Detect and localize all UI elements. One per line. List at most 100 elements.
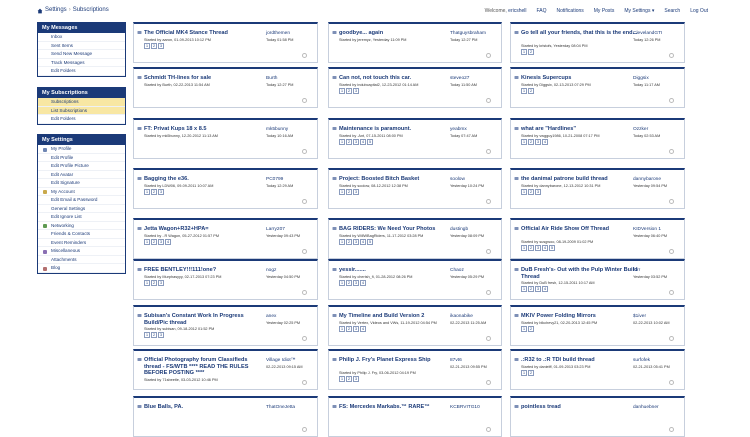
page-link[interactable]: 2 (528, 87, 534, 94)
thread-title[interactable]: Official Photography forum Classifieds t… (144, 357, 262, 377)
thread-card[interactable]: .:R32 to .:R TDI build thread Started by … (510, 349, 685, 390)
select-thread-radio[interactable] (669, 249, 674, 254)
sidebar-item-edit-ignore-list[interactable]: Edit Ignore List (38, 213, 125, 222)
page-link[interactable]: 3 (158, 42, 164, 49)
page-link[interactable]: 1 (521, 325, 527, 332)
select-thread-radio[interactable] (302, 336, 307, 341)
page-link[interactable]: 3 (353, 279, 359, 286)
thread-card[interactable]: Official Air Ride Show Off Thread Started… (510, 218, 685, 259)
select-thread-radio[interactable] (669, 53, 674, 58)
select-thread-radio[interactable] (669, 427, 674, 432)
thread-card[interactable]: FS: Mercedes Markabs.™ RARE™ KCBRVITG10 (328, 396, 502, 437)
page-link[interactable]: 1 (339, 238, 345, 245)
page-link[interactable]: 1 (339, 138, 345, 145)
last-poster[interactable]: soolow (450, 177, 465, 182)
thread-card[interactable]: BAG RIDERS: We Need Your Photos Started b… (328, 218, 502, 259)
select-thread-radio[interactable] (302, 199, 307, 204)
page-link[interactable]: 2 (528, 245, 534, 252)
select-thread-radio[interactable] (669, 98, 674, 103)
thread-card[interactable]: My Timeline and Build Version 2 Started b… (328, 305, 502, 346)
select-thread-radio[interactable] (486, 336, 491, 341)
sidebar-item-edit-profile-picture[interactable]: Edit Profile Picture (38, 162, 125, 171)
page-link[interactable]: 5 (367, 238, 373, 245)
thread-title[interactable]: DuB Fresh's- Out with the Pulp Winter Bu… (521, 267, 639, 280)
page-link[interactable]: 4 (542, 245, 548, 252)
nav-notifications[interactable]: Notifications (557, 8, 584, 14)
thread-title[interactable]: Blue Balls, PA. (144, 404, 262, 411)
page-link[interactable]: 4 (360, 238, 366, 245)
page-link[interactable]: 2 (151, 188, 157, 195)
last-poster[interactable]: yeabmx (450, 127, 467, 132)
sidebar-item-general-settings[interactable]: General Settings (38, 205, 125, 213)
sidebar-item-friends-contacts[interactable]: Friends & Contacts (38, 230, 125, 239)
thread-card[interactable]: Philip J. Fry's Planet Express Ship Start… (328, 349, 502, 390)
last-poster[interactable]: dustingb (450, 227, 468, 232)
thread-card[interactable]: goodbye... again Started by jeremyz, Yest… (328, 22, 502, 63)
page-link[interactable]: 2 (528, 286, 534, 293)
select-thread-radio[interactable] (486, 249, 491, 254)
page-link[interactable]: 5 (367, 138, 373, 145)
last-poster[interactable]: $1iver (633, 314, 646, 319)
last-poster[interactable]: steveo27 (450, 76, 469, 81)
thread-card[interactable]: The Official MK4 Stance Thread Started by… (133, 22, 318, 63)
last-poster[interactable]: nogz (266, 268, 276, 273)
breadcrumb-home[interactable]: Settings (45, 7, 67, 13)
select-thread-radio[interactable] (302, 98, 307, 103)
page-link[interactable]: 3 (535, 286, 541, 293)
page-link[interactable]: 2 (346, 376, 352, 383)
thread-card[interactable]: Bagging the e36. Started by LDW06, 09-09-… (133, 168, 318, 209)
page-link[interactable]: 3 (353, 87, 359, 94)
page-link[interactable]: 1 (521, 286, 527, 293)
page-link[interactable]: 3 (158, 332, 164, 339)
sidebar-item-edit-signature[interactable]: Edit Signature (38, 179, 125, 188)
thread-card[interactable]: FT: Privat Kups 18 x 8.5 Started by mk5bu… (133, 118, 318, 159)
sidebar-item-networking[interactable]: Networking (38, 222, 125, 230)
last-poster[interactable]: dannybarone (633, 177, 661, 182)
thread-title[interactable]: FREE BENTLEY!!!111!one? (144, 267, 262, 274)
thread-title[interactable]: Philip J. Fry's Planet Express Ship (339, 357, 457, 364)
last-poster[interactable]: mk5bunny (266, 127, 288, 132)
thread-title[interactable]: goodbye... again (339, 30, 457, 37)
welcome-user[interactable]: ericshell (508, 8, 526, 14)
thread-title[interactable]: Project: Boosted Bitch Basket (339, 176, 457, 183)
sidebar-item-edit-folders[interactable]: Edit Folders (38, 67, 125, 76)
page-link[interactable]: 1 (521, 188, 527, 195)
select-thread-radio[interactable] (669, 149, 674, 154)
select-thread-radio[interactable] (302, 427, 307, 432)
thread-title[interactable]: FS: Mercedes Markabs.™ RARE™ (339, 404, 457, 411)
thread-title[interactable]: Go tell all your friends, that this is t… (521, 30, 639, 37)
page-link[interactable]: 3 (353, 238, 359, 245)
thread-card[interactable]: FREE BENTLEY!!!111!one? Started by Murpha… (133, 259, 318, 300)
thread-title[interactable]: MKIV Power Folding Mirrors (521, 313, 639, 320)
page-link[interactable]: 3 (535, 138, 541, 145)
page-link[interactable]: 1 (521, 138, 527, 145)
page-link[interactable]: 2 (151, 332, 157, 339)
thread-card[interactable]: Subisan's Constant Work In Progress Buil… (133, 305, 318, 346)
thread-title[interactable]: Schmidt TH-lines for sale (144, 75, 262, 82)
page-link[interactable]: 2 (528, 138, 534, 145)
page-link[interactable]: 3 (353, 188, 359, 195)
thread-card[interactable]: Maintenance is paramount. Started by .Ant… (328, 118, 502, 159)
select-thread-radio[interactable] (486, 380, 491, 385)
last-poster[interactable]: anex (266, 314, 276, 319)
sidebar-item-edit-email-password[interactable]: Edit Email & Password (38, 196, 125, 205)
last-poster[interactable]: ClevelandGTI (633, 31, 662, 36)
thread-title[interactable]: Subisan's Constant Work In Progress Buil… (144, 313, 262, 326)
page-link[interactable]: 3 (158, 279, 164, 286)
page-link[interactable]: 3 (158, 238, 164, 245)
thread-title[interactable]: The Official MK4 Stance Thread (144, 30, 262, 37)
page-link[interactable]: 3 (535, 188, 541, 195)
sidebar-item-send-new-message[interactable]: Send New Message (38, 50, 125, 59)
last-poster[interactable]: Larry207 (266, 227, 285, 232)
page-link[interactable]: 1 (521, 49, 527, 56)
sidebar-item-blog[interactable]: Blog (38, 264, 125, 273)
page-link[interactable]: 2 (346, 279, 352, 286)
page-link[interactable]: 1 (521, 87, 527, 94)
thread-title[interactable]: Official Air Ride Show Off Thread (521, 226, 639, 233)
page-link[interactable]: 3 (535, 245, 541, 252)
page-link[interactable]: 2 (346, 325, 352, 332)
thread-card[interactable]: Project: Boosted Bitch Basket Started by … (328, 168, 502, 209)
last-poster[interactable]: 87vt6 (450, 358, 462, 363)
thread-card[interactable]: Blue Balls, PA. ThatOneJetta (133, 396, 318, 437)
thread-card[interactable]: Official Photography forum Classifieds t… (133, 349, 318, 390)
